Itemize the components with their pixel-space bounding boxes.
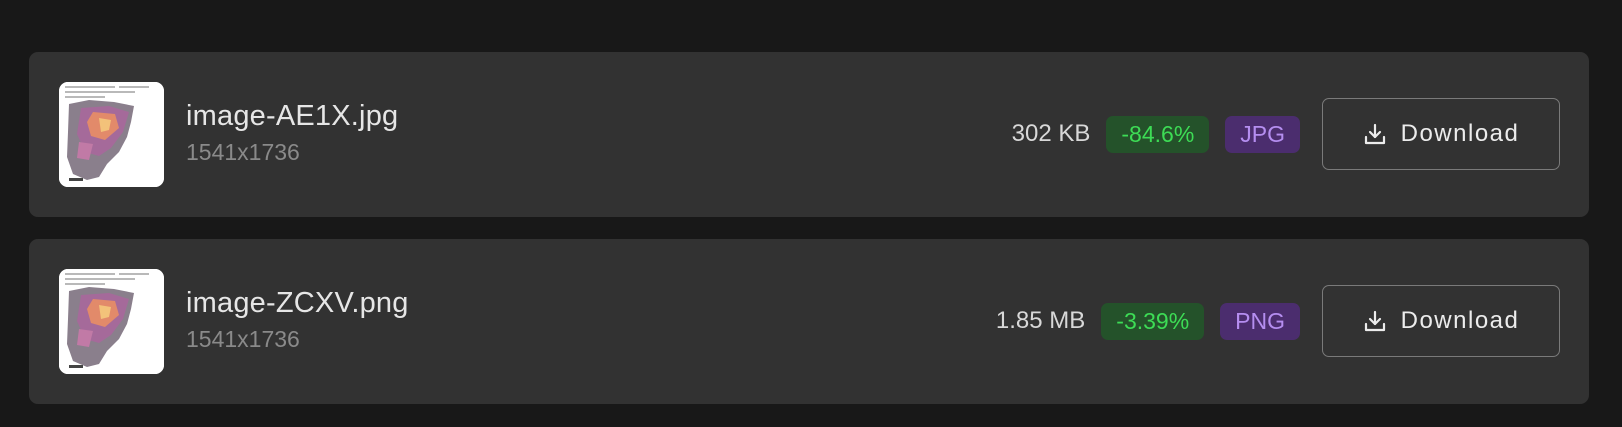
download-button[interactable]: Download bbox=[1322, 98, 1560, 170]
file-meta: 302 KB -84.6% JPG Download bbox=[1012, 97, 1560, 171]
download-label: Download bbox=[1400, 120, 1520, 147]
file-dimensions: 1541x1736 bbox=[186, 139, 300, 165]
file-name: image-ZCXV.png bbox=[186, 287, 409, 319]
download-label: Download bbox=[1400, 307, 1520, 334]
format-badge: JPG bbox=[1225, 115, 1300, 153]
file-list: image-AE1X.jpg 1541x1736 302 KB -84.6% J… bbox=[29, 52, 1589, 426]
download-icon bbox=[1363, 122, 1387, 146]
file-size: 302 KB bbox=[1011, 120, 1091, 147]
reduction-badge: -84.6% bbox=[1106, 115, 1210, 153]
file-meta: 1.85 MB -3.39% PNG Download bbox=[996, 284, 1560, 358]
image-thumbnail bbox=[59, 82, 164, 187]
format-badge: PNG bbox=[1220, 302, 1300, 340]
file-name: image-AE1X.jpg bbox=[186, 100, 399, 132]
reduction-badge: -3.39% bbox=[1101, 302, 1205, 340]
image-thumbnail bbox=[59, 269, 164, 374]
file-row: image-ZCXV.png 1541x1736 1.85 MB -3.39% … bbox=[29, 239, 1589, 404]
download-button[interactable]: Download bbox=[1322, 285, 1560, 357]
file-size: 1.85 MB bbox=[995, 307, 1086, 334]
file-row: image-AE1X.jpg 1541x1736 302 KB -84.6% J… bbox=[29, 52, 1589, 217]
download-icon bbox=[1363, 309, 1387, 333]
file-dimensions: 1541x1736 bbox=[186, 326, 300, 352]
